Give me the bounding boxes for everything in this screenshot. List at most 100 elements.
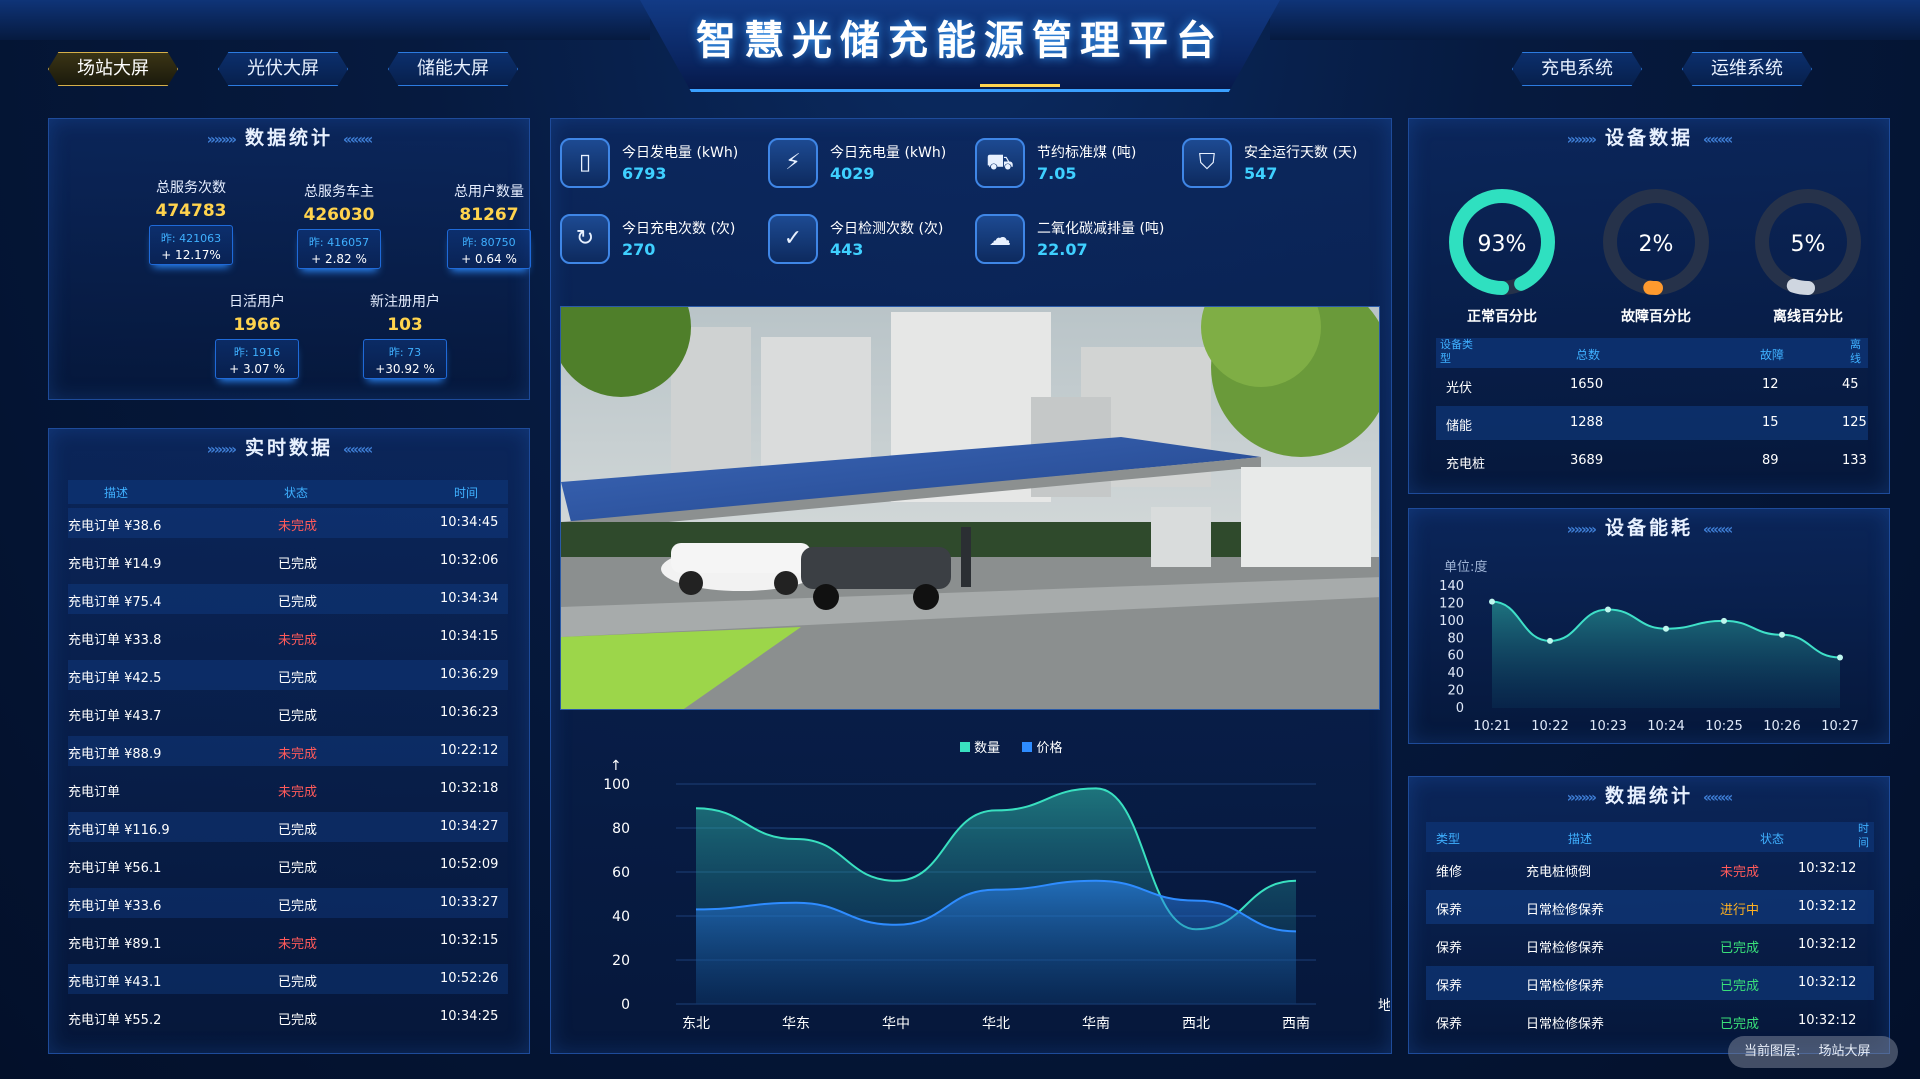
kpi-card: ⛟ 节约标准煤 (吨) 7.05 — [975, 138, 1175, 192]
table-row[interactable]: 充电订单 ¥56.1 已完成 10:52:09 — [68, 850, 508, 880]
maint-desc: 日常检修保养 — [1526, 941, 1605, 956]
row-desc: 充电订单 — [68, 785, 121, 800]
row-desc: 充电订单 ¥43.1 — [68, 975, 162, 990]
table-row[interactable]: 充电订单 ¥33.8 未完成 10:34:15 — [68, 622, 508, 652]
row-status: 已完成 — [278, 671, 318, 686]
data-point — [1605, 606, 1611, 613]
table-row[interactable]: 充电订单 ¥43.1 已完成 10:52:26 — [68, 964, 508, 994]
device-total: 1650 — [1570, 377, 1604, 392]
maint-status: 未完成 — [1720, 865, 1760, 880]
row-time: 10:32:18 — [440, 781, 499, 796]
table-row[interactable]: 充电订单 ¥43.7 已完成 10:36:23 — [68, 698, 508, 728]
row-status: 已完成 — [278, 975, 318, 990]
row-desc: 充电订单 ¥56.1 — [68, 861, 162, 876]
kpi-label: 安全运行天数 (天) — [1244, 145, 1358, 161]
row-desc: 充电订单 ¥89.1 — [68, 937, 162, 952]
plug-icon: ⚡ — [768, 138, 818, 188]
table-row[interactable]: 保养 日常检修保养 进行中 10:32:12 — [1426, 890, 1874, 924]
kpi-value: 270 — [622, 240, 656, 259]
row-desc: 充电订单 ¥33.6 — [68, 899, 162, 914]
header-left-wing — [0, 0, 650, 40]
stat-total-users: 总用户数量 81267 昨: 80750 + 0.64 % — [429, 181, 549, 269]
maint-desc: 日常检修保养 — [1526, 979, 1605, 994]
maint-time: 10:32:12 — [1798, 861, 1857, 876]
ring-fault-label: 故障百分比 — [1621, 309, 1691, 325]
ring-normal-label: 正常百分比 — [1467, 309, 1537, 325]
row-time: 10:34:27 — [440, 819, 499, 834]
nav-station-screen[interactable]: 场站大屏 — [48, 52, 178, 86]
table-row[interactable]: 充电订单 ¥75.4 已完成 10:34:34 — [68, 584, 508, 614]
y-tick-label: 100 — [603, 777, 630, 793]
kpi-card: ⛉ 安全运行天数 (天) 547 — [1182, 138, 1382, 192]
maint-time: 10:32:12 — [1798, 899, 1857, 914]
x-tick-label: 东北 — [682, 1016, 710, 1032]
x-tick-label: 10:23 — [1589, 719, 1626, 734]
row-desc: 充电订单 ¥116.9 — [68, 823, 170, 838]
table-row[interactable]: 充电订单 ¥88.9 未完成 10:22:12 — [68, 736, 508, 766]
header-right-wing — [1270, 0, 1920, 40]
y-tick-label: 100 — [1439, 614, 1464, 629]
shield-icon: ⛉ — [1182, 138, 1232, 188]
row-time: 10:52:09 — [440, 857, 499, 872]
y-tick-label: 0 — [621, 997, 630, 1013]
x-tick-label: 华北 — [982, 1016, 1010, 1032]
nav-pv-screen[interactable]: 光伏大屏 — [218, 52, 348, 86]
row-time: 10:33:27 — [440, 895, 499, 910]
device-offline: 133 — [1842, 453, 1867, 468]
kpi-value: 4029 — [830, 164, 875, 183]
row-status: 已完成 — [278, 595, 318, 610]
kpi-value: 22.07 — [1037, 240, 1088, 259]
maint-desc: 日常检修保养 — [1526, 1017, 1605, 1032]
x-tick-label: 西南 — [1282, 1016, 1310, 1032]
table-row[interactable]: 充电订单 未完成 10:32:18 — [68, 774, 508, 804]
row-status: 未完成 — [278, 937, 318, 952]
maint-time: 10:32:12 — [1798, 1013, 1857, 1028]
table-row: 光伏 1650 12 45 — [1436, 368, 1868, 402]
row-time: 10:52:26 — [440, 971, 499, 986]
energy-title: »»»» 设备能耗 «««« — [1566, 517, 1733, 539]
table-row[interactable]: 保养 日常检修保养 已完成 10:32:12 — [1426, 1004, 1874, 1038]
data-point — [1837, 654, 1843, 661]
nav-charging-system[interactable]: 充电系统 — [1512, 52, 1642, 86]
table-row[interactable]: 保养 日常检修保养 已完成 10:32:12 — [1426, 928, 1874, 962]
co2-cloud-icon: ☁ — [975, 214, 1025, 264]
row-status: 已完成 — [278, 709, 318, 724]
table-row[interactable]: 维修 充电桩倾倒 未完成 10:32:12 — [1426, 852, 1874, 886]
table-row[interactable]: 充电订单 ¥89.1 未完成 10:32:15 — [68, 926, 508, 956]
kpi-value: 547 — [1244, 164, 1278, 183]
x-tick-label: 10:21 — [1473, 719, 1510, 734]
x-tick-label: 华东 — [782, 1016, 810, 1032]
table-row[interactable]: 充电订单 ¥42.5 已完成 10:36:29 — [68, 660, 508, 690]
y-tick-label: 20 — [1447, 684, 1464, 699]
row-status: 已完成 — [278, 861, 318, 876]
row-time: 10:36:29 — [440, 667, 499, 682]
table-row[interactable]: 充电订单 ¥33.6 已完成 10:33:27 — [68, 888, 508, 918]
device-offline: 45 — [1842, 377, 1859, 392]
y-tick-label: 80 — [1447, 631, 1464, 646]
table-row[interactable]: 充电订单 ¥55.2 已完成 10:34:25 — [68, 1002, 508, 1032]
table-row[interactable]: 充电订单 ¥116.9 已完成 10:34:27 — [68, 812, 508, 842]
table-row[interactable]: 充电订单 ¥14.9 已完成 10:32:06 — [68, 546, 508, 576]
table-row[interactable]: 充电订单 ¥38.6 未完成 10:34:45 — [68, 508, 508, 538]
regional-area-chart: 0 20 40 60 80 100 ↑ 东北 华东 华中 华北 华南 西北 西南 地区 — [603, 758, 1390, 1032]
x-tick-label: 10:22 — [1531, 719, 1568, 734]
row-time: 10:34:25 — [440, 1009, 499, 1024]
refresh-charge-icon: ↻ — [560, 214, 610, 264]
y-tick-label: 20 — [612, 953, 630, 969]
current-layer-indicator[interactable]: 当前图层: 场站大屏 — [1728, 1036, 1898, 1068]
device-fault: 12 — [1762, 377, 1779, 392]
clipboard-check-icon: ✓ — [768, 214, 818, 264]
data-point — [1547, 637, 1553, 644]
table-row[interactable]: 保养 日常检修保养 已完成 10:32:12 — [1426, 966, 1874, 1000]
y-tick-label: 0 — [1456, 701, 1464, 716]
y-tick-label: 140 — [1439, 579, 1464, 594]
data-point — [1779, 631, 1785, 638]
row-time: 10:32:15 — [440, 933, 499, 948]
maint-table-header: 类型 描述 状态 时间 — [1426, 822, 1874, 852]
y-tick-label: 120 — [1439, 596, 1464, 611]
energy-area-fill — [1492, 601, 1840, 708]
battery-icon: ▯ — [560, 138, 610, 188]
nav-ops-system[interactable]: 运维系统 — [1682, 52, 1812, 86]
nav-storage-screen[interactable]: 储能大屏 — [388, 52, 518, 86]
row-status: 已完成 — [278, 823, 318, 838]
